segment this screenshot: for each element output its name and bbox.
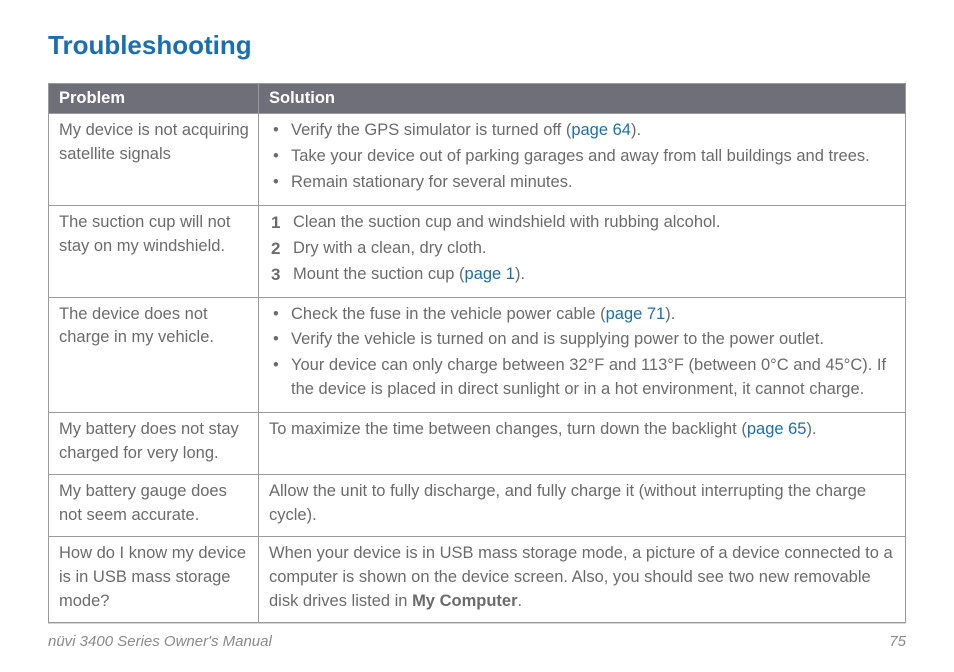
- bullet-list: Check the fuse in the vehicle power cabl…: [269, 303, 897, 403]
- list-item: Your device can only charge between 32°F…: [269, 354, 897, 402]
- text: Mount the suction cup (: [293, 265, 465, 283]
- page-title: Troubleshooting: [48, 30, 906, 61]
- page-number: 75: [889, 633, 906, 650]
- list-item: Verify the vehicle is turned on and is s…: [269, 328, 897, 352]
- list-item: Take your device out of parking garages …: [269, 145, 897, 169]
- text: When your device is in USB mass storage …: [269, 544, 893, 610]
- list-item: Verify the GPS simulator is turned off (…: [269, 119, 897, 143]
- col-header-solution: Solution: [259, 84, 906, 114]
- text: Verify the GPS simulator is turned off (: [291, 121, 571, 139]
- text: Check the fuse in the vehicle power cabl…: [291, 305, 606, 323]
- text: ).: [515, 265, 525, 283]
- solution-cell: To maximize the time between changes, tu…: [259, 413, 906, 475]
- text: ).: [665, 305, 675, 323]
- solution-cell: Clean the suction cup and windshield wit…: [259, 205, 906, 297]
- solution-cell: When your device is in USB mass storage …: [259, 536, 906, 622]
- table-row: The device does not charge in my vehicle…: [49, 297, 906, 413]
- problem-cell: My battery does not stay charged for ver…: [49, 413, 259, 475]
- table-row: My battery gauge does not seem accurate.…: [49, 475, 906, 537]
- solution-cell: Check the fuse in the vehicle power cabl…: [259, 297, 906, 413]
- list-item: Check the fuse in the vehicle power cabl…: [269, 303, 897, 327]
- text: To maximize the time between changes, tu…: [269, 420, 747, 438]
- problem-cell: The suction cup will not stay on my wind…: [49, 205, 259, 297]
- table-row: My battery does not stay charged for ver…: [49, 413, 906, 475]
- page-footer: nüvi 3400 Series Owner's Manual 75: [48, 633, 906, 650]
- table-header-row: Problem Solution: [49, 84, 906, 114]
- footer-divider: [48, 623, 906, 624]
- page-link[interactable]: page 1: [465, 265, 515, 283]
- list-item: Remain stationary for several minutes.: [269, 171, 897, 195]
- col-header-problem: Problem: [49, 84, 259, 114]
- text: .: [517, 592, 522, 610]
- bold-text: My Computer: [412, 592, 517, 610]
- solution-cell: Allow the unit to fully discharge, and f…: [259, 475, 906, 537]
- problem-cell: The device does not charge in my vehicle…: [49, 297, 259, 413]
- page-link[interactable]: page 64: [571, 121, 631, 139]
- numbered-list: Clean the suction cup and windshield wit…: [269, 211, 897, 287]
- text: ).: [631, 121, 641, 139]
- page-link[interactable]: page 65: [747, 420, 807, 438]
- table-row: My device is not acquiring satellite sig…: [49, 114, 906, 206]
- problem-cell: How do I know my device is in USB mass s…: [49, 536, 259, 622]
- text: ).: [807, 420, 817, 438]
- troubleshooting-table: Problem Solution My device is not acquir…: [48, 83, 906, 623]
- manual-title: nüvi 3400 Series Owner's Manual: [48, 633, 272, 650]
- table-row: How do I know my device is in USB mass s…: [49, 536, 906, 622]
- table-row: The suction cup will not stay on my wind…: [49, 205, 906, 297]
- problem-cell: My device is not acquiring satellite sig…: [49, 114, 259, 206]
- page-link[interactable]: page 71: [606, 305, 666, 323]
- list-item: Clean the suction cup and windshield wit…: [269, 211, 897, 235]
- solution-cell: Verify the GPS simulator is turned off (…: [259, 114, 906, 206]
- list-item: Dry with a clean, dry cloth.: [269, 237, 897, 261]
- list-item: Mount the suction cup (page 1).: [269, 263, 897, 287]
- bullet-list: Verify the GPS simulator is turned off (…: [269, 119, 897, 195]
- problem-cell: My battery gauge does not seem accurate.: [49, 475, 259, 537]
